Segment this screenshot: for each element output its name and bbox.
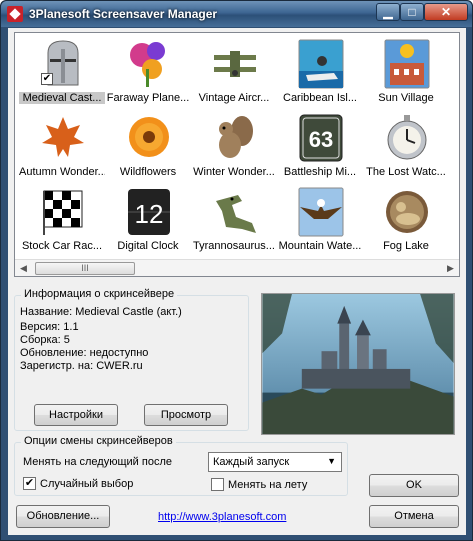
gallery-item-label: Battleship Mi... (283, 166, 357, 178)
gallery-item-sun-village[interactable]: Sun Village (363, 36, 449, 110)
minimize-button[interactable]: ▁ (376, 3, 400, 21)
gallery-item-label: Wildflowers (119, 166, 177, 178)
svg-text:63: 63 (309, 127, 333, 152)
gallery-item-digital-clock[interactable]: 12 Digital Clock (105, 184, 191, 258)
info-version: Версия: 1.1 (20, 321, 79, 333)
jetski-icon (298, 39, 344, 89)
gallery-item-label: Mountain Wate... (278, 240, 362, 252)
gallery-item-label: Fog Lake (383, 240, 429, 252)
info-registered: Зарегистр. на: CWER.ru (20, 360, 143, 372)
gallery-item-label: Winter Wonder... (193, 166, 275, 178)
info-groupbox: Информация о скринсейвере Название: Medi… (14, 288, 249, 431)
gallery-item-label: Vintage Aircr... (198, 92, 270, 104)
eagle-icon (298, 187, 344, 237)
flower-icon (129, 117, 169, 157)
change-frequency-value: Каждый запуск (213, 456, 290, 468)
gallery-item-battleship-missouri[interactable]: 63 Battleship Mi... (277, 110, 363, 184)
number-sign-icon: 63 (299, 114, 343, 162)
gallery-item-tyrannosaurus[interactable]: Tyrannosaurus... (191, 184, 277, 258)
gallery-item-label: Medieval Cast... (19, 92, 105, 104)
website-link[interactable]: http://www.3planesoft.com (158, 511, 286, 523)
gallery-item-autumn-wonderland[interactable]: Autumn Wonder... (19, 110, 105, 184)
duck-icon (386, 191, 428, 233)
on-the-fly-label: Менять на лету (228, 479, 308, 491)
gallery-item-winter-wonderland[interactable]: Winter Wonder... (191, 110, 277, 184)
svg-text:12: 12 (135, 199, 164, 229)
options-groupbox-title: Опции смены скринсейверов (21, 435, 176, 447)
gallery-item-medieval-castle[interactable]: ✔ Medieval Cast... (19, 36, 105, 110)
screensaver-gallery: ✔ Medieval Cast... Faraway Plane... Vint… (14, 32, 460, 277)
gallery-item-label: Faraway Plane... (106, 92, 190, 104)
title-bar: 3Planesoft Screensaver Manager ▁ □ ✕ (1, 1, 472, 27)
dinosaur-icon (216, 195, 256, 233)
change-frequency-select[interactable]: Каждый запуск ▼ (208, 452, 342, 472)
cancel-button[interactable]: Отмена (369, 505, 459, 528)
gallery-item-caribbean-islands[interactable]: Caribbean Isl... (277, 36, 363, 110)
village-icon (384, 39, 430, 89)
scroll-left-icon[interactable]: ◀ (15, 260, 32, 276)
pocket-watch-icon (387, 115, 427, 160)
change-after-label: Менять на следующий после (23, 456, 172, 468)
alien-flower-icon (130, 42, 165, 87)
gallery-item-faraway-planet[interactable]: Faraway Plane... (105, 36, 191, 110)
info-build: Сборка: 5 (20, 334, 70, 346)
flip-clock-icon: 12 (128, 189, 170, 235)
update-button[interactable]: Обновление... (16, 505, 110, 528)
checkered-flag-icon (43, 190, 83, 235)
maximize-button[interactable]: □ (400, 3, 424, 21)
settings-button[interactable]: Настройки (34, 404, 118, 426)
info-name: Название: Medieval Castle (акт.) (20, 306, 182, 318)
app-window: 3Planesoft Screensaver Manager ▁ □ ✕ ✔ M… (0, 0, 473, 541)
gallery-item-wildflowers[interactable]: Wildflowers (105, 110, 191, 184)
gallery-item-mountain-waterfalls[interactable]: Mountain Wate... (277, 184, 363, 258)
maple-leaf-icon (42, 117, 84, 157)
preview-button[interactable]: Просмотр (144, 404, 228, 426)
gallery-item-label: Caribbean Isl... (283, 92, 357, 104)
gallery-item-label: The Lost Watc... (366, 166, 446, 178)
scroll-right-icon[interactable]: ▶ (442, 260, 459, 276)
gallery-item-label: Autumn Wonder... (19, 166, 105, 178)
gallery-item-label: Sun Village (378, 92, 434, 104)
scrollbar-thumb[interactable]: III (35, 262, 135, 275)
app-logo-icon (7, 6, 23, 22)
gallery-item-lost-watch[interactable]: The Lost Watc... (363, 110, 449, 184)
gallery-item-stock-car-racing[interactable]: Stock Car Rac... (19, 184, 105, 258)
active-checkbox[interactable]: ✔ (41, 73, 53, 85)
info-update: Обновление: недоступно (20, 347, 149, 359)
gallery-item-label: Digital Clock (117, 240, 179, 252)
chevron-down-icon: ▼ (327, 456, 336, 466)
gallery-item-vintage-aircraft[interactable]: Vintage Aircr... (191, 36, 277, 110)
biplane-icon (214, 51, 256, 77)
random-label: Случайный выбор (40, 478, 134, 490)
gallery-item-label: Stock Car Rac... (21, 240, 103, 252)
ok-button[interactable]: OK (369, 474, 459, 497)
on-the-fly-checkbox[interactable] (211, 478, 224, 491)
window-title: 3Planesoft Screensaver Manager (29, 7, 218, 21)
random-checkbox[interactable]: ✔ (23, 477, 36, 490)
client-area: ✔ Medieval Cast... Faraway Plane... Vint… (8, 28, 466, 535)
gallery-item-label: Tyrannosaurus... (193, 240, 275, 252)
screensaver-preview-image (261, 293, 455, 435)
gallery-horizontal-scrollbar[interactable]: ◀ III ▶ (15, 259, 459, 276)
gallery-item-fog-lake[interactable]: Fog Lake (363, 184, 449, 258)
close-button[interactable]: ✕ (424, 3, 468, 21)
squirrel-icon (219, 116, 253, 158)
info-groupbox-title: Информация о скринсейвере (21, 288, 178, 300)
